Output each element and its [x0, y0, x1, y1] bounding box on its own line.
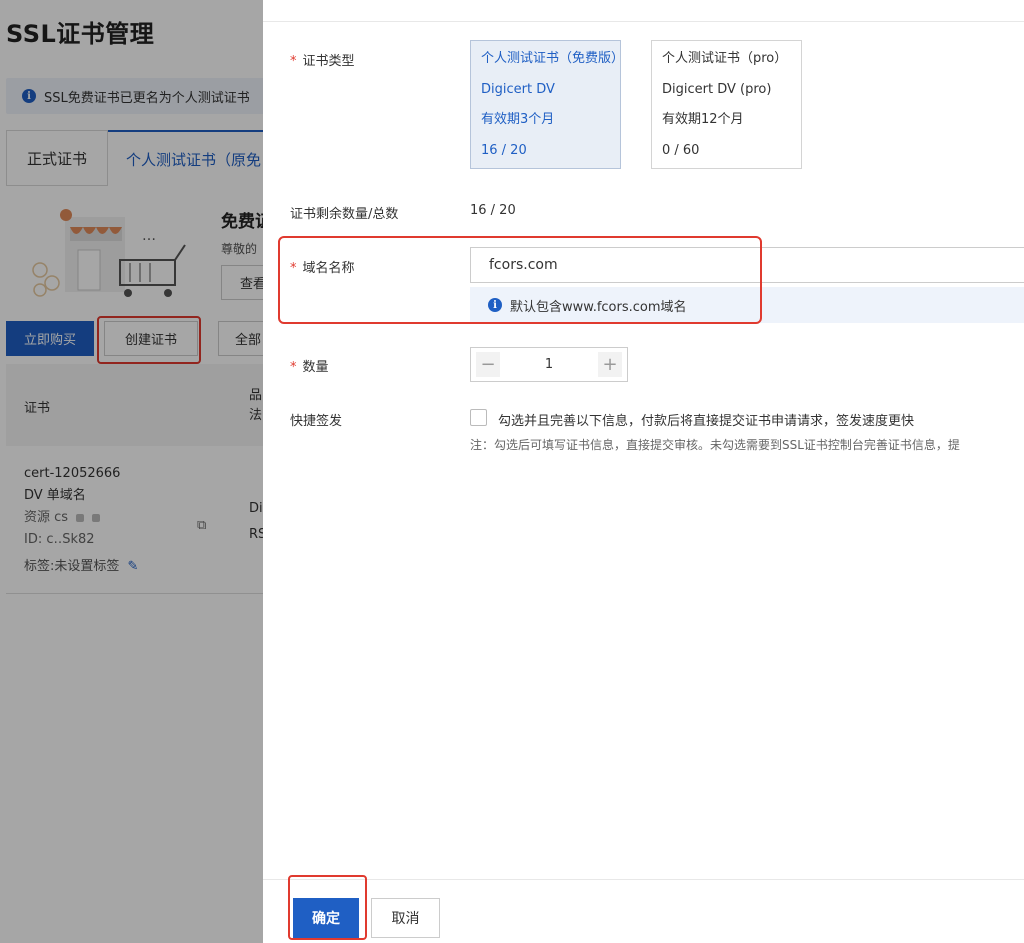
- quick-issue-note: 注：勾选后可填写证书信息，直接提交审核。未勾选需要到SSL证书控制台完善证书信息…: [470, 438, 960, 452]
- quick-issue-checkbox[interactable]: [470, 409, 487, 426]
- quick-issue-text: 勾选并且完善以下信息，付款后将直接提交证书申请请求，签发速度更快: [498, 414, 915, 429]
- option-brand: Digicert DV: [481, 81, 555, 97]
- option-brand: Digicert DV (pro): [662, 81, 772, 97]
- option-validity: 有效期3个月: [481, 112, 555, 127]
- drawer-header-divider: [263, 21, 1024, 22]
- domain-highlight: [278, 236, 762, 324]
- decrement-button[interactable]: −: [476, 352, 500, 377]
- remaining-value: 16 / 20: [470, 203, 516, 218]
- cert-type-label: * 证书类型: [290, 50, 355, 69]
- quick-issue-label: 快捷签发: [290, 414, 343, 429]
- create-cert-drawer: * 证书类型 个人测试证书（免费版） Digicert DV 有效期3个月 16 …: [263, 0, 1024, 943]
- option-validity: 有效期12个月: [662, 112, 744, 127]
- modal-mask[interactable]: [0, 0, 263, 943]
- option-quota: 0 / 60: [662, 142, 700, 158]
- quantity-stepper: − 1 +: [470, 347, 628, 382]
- required-mark: *: [290, 54, 297, 69]
- option-name: 个人测试证书（pro）: [662, 51, 788, 66]
- option-quota: 16 / 20: [481, 142, 527, 158]
- cert-type-label-text: 证书类型: [302, 54, 355, 69]
- confirm-highlight: [288, 875, 367, 940]
- drawer-footer: 确定 取消: [263, 875, 1024, 943]
- quantity-label-text: 数量: [302, 360, 329, 375]
- quantity-input[interactable]: 1: [511, 348, 587, 381]
- cert-type-option-pro[interactable]: 个人测试证书（pro） Digicert DV (pro) 有效期12个月 0 …: [651, 40, 802, 169]
- remaining-label: 证书剩余数量/总数: [290, 207, 399, 222]
- increment-button[interactable]: +: [598, 352, 622, 377]
- required-mark: *: [290, 360, 297, 375]
- quantity-label: * 数量: [290, 356, 329, 375]
- cancel-button[interactable]: 取消: [371, 898, 440, 938]
- cert-type-option-free[interactable]: 个人测试证书（免费版） Digicert DV 有效期3个月 16 / 20: [470, 40, 625, 169]
- option-name: 个人测试证书（免费版）: [481, 51, 625, 66]
